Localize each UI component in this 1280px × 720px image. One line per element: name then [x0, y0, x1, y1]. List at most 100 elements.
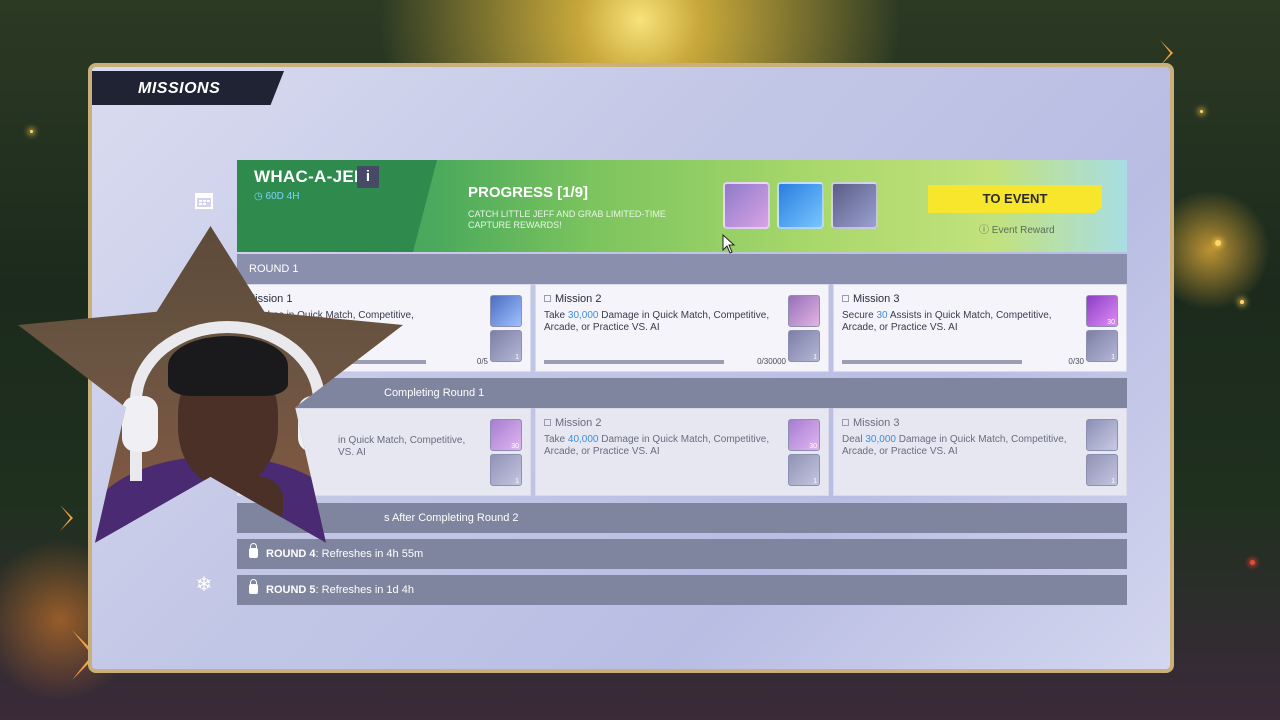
mission-title: Mission 2	[544, 293, 601, 305]
desc-highlight: 30,000	[567, 310, 599, 321]
firefly	[1250, 560, 1255, 565]
crystal-icon[interactable]: 30	[1086, 295, 1118, 327]
mission-title: Mission 3	[842, 417, 899, 429]
desc-line2: Arcade, or Practice VS. AI	[544, 446, 660, 457]
round-5-refresh: : Refreshes in 1d 4h	[315, 584, 414, 596]
scroll-icon[interactable]: 1	[1086, 454, 1118, 486]
event-banner: WHAC-A-JEFF i ◷ 60D 4H PROGRESS [1/9] CA…	[237, 160, 1127, 252]
firefly	[1200, 110, 1203, 113]
blue-chest-icon[interactable]	[777, 182, 824, 229]
firefly	[30, 130, 33, 133]
mission-progress-count: 0/5	[476, 357, 488, 366]
round-2-mission-2-card[interactable]: Mission 2 Take 40,000 Damage in Quick Ma…	[535, 408, 829, 496]
desc-post: Assists in Quick Match, Competitive,	[887, 310, 1052, 321]
desc-line2: Arcade, or Practice VS. AI	[842, 446, 958, 457]
calendar-icon[interactable]	[192, 190, 216, 214]
desc-pre: Take	[544, 310, 568, 321]
scroll-icon[interactable]: 1	[1086, 330, 1118, 362]
character-icon[interactable]	[788, 295, 820, 327]
headphones	[130, 321, 325, 481]
desc-post: in Quick Match, Competitive,	[338, 435, 466, 446]
character-spray-icon[interactable]	[723, 182, 770, 229]
desc-post: Damage in Quick Match, Competitive,	[598, 310, 770, 321]
mission-title-text: Mission 3	[853, 417, 900, 429]
butterfly-decoration	[60, 505, 73, 531]
mission-title-text: Mission 2	[555, 293, 602, 305]
desc-highlight: 40,000	[567, 434, 599, 445]
desc-post: Damage in Quick Match, Competitive,	[895, 434, 1067, 445]
shark-avatar-icon[interactable]	[831, 182, 878, 229]
mission-title: Mission 2	[544, 417, 601, 429]
mission-description: Take 30,000 Damage in Quick Match, Compe…	[544, 310, 780, 334]
event-description: CATCH LITTLE JEFF AND GRAB LIMITED-TIME …	[468, 209, 666, 230]
lock-icon	[249, 579, 258, 594]
reward-quantity: 1	[1111, 478, 1115, 485]
progress-label: PROGRESS [1/9]	[468, 184, 588, 201]
scroll-icon[interactable]: 1	[788, 454, 820, 486]
reward-quantity: 1	[515, 354, 519, 361]
mission-description: in Quick Match, Competitive, VS. AI	[338, 435, 488, 459]
mission-title-text: Mission 3	[853, 293, 900, 305]
to-event-button[interactable]: TO EVENT	[928, 185, 1102, 213]
spray-icon[interactable]	[1086, 419, 1118, 451]
snowflake-icon[interactable]: ❄	[192, 573, 216, 597]
mission-description: Deal 30,000 Damage in Quick Match, Compe…	[842, 434, 1078, 458]
round-4-header[interactable]: ROUND 4: Refreshes in 4h 55m	[237, 539, 1127, 569]
reward-quantity: 30	[511, 443, 519, 450]
crystal-icon[interactable]: 30	[788, 419, 820, 451]
scroll-icon[interactable]: 1	[788, 330, 820, 362]
round-1-mission-2-card[interactable]: Mission 2 Take 30,000 Damage in Quick Ma…	[535, 284, 829, 372]
desc-post: Damage in Quick Match, Competitive,	[598, 434, 770, 445]
mission-progress-count: 0/30	[1068, 357, 1084, 366]
event-timer: ◷ 60D 4H	[254, 191, 300, 202]
round-2-header: Completing Round 1	[237, 378, 1127, 408]
event-reward-link[interactable]: ⓘ Event Reward	[979, 221, 1055, 236]
round-2-label: Completing Round 1	[384, 387, 485, 399]
desc-line2: Arcade, or Practice VS. AI	[544, 322, 660, 333]
reward-quantity: 1	[813, 478, 817, 485]
round-5-header[interactable]: ROUND 5: Refreshes in 1d 4h	[237, 575, 1127, 605]
mission-title: Mission 3	[842, 293, 899, 305]
firefly	[1240, 300, 1244, 304]
desc-pre: Deal	[842, 434, 866, 445]
mouse-cursor-icon	[722, 234, 736, 254]
shark-icon[interactable]	[490, 295, 522, 327]
mission-progress-bar	[842, 360, 1022, 364]
desc-highlight: 30	[876, 310, 888, 321]
scroll-icon[interactable]: 1	[490, 454, 522, 486]
mission-title-text: Mission 2	[555, 417, 602, 429]
info-button[interactable]: i	[357, 166, 379, 188]
round-2-mission-3-card[interactable]: Mission 3 Deal 30,000 Damage in Quick Ma…	[833, 408, 1127, 496]
reward-quantity: 1	[515, 478, 519, 485]
reward-quantity: 30	[809, 443, 817, 450]
reward-quantity: 1	[813, 354, 817, 361]
desc-pre: Take	[544, 434, 568, 445]
mission-progress-count: 0/30000	[757, 357, 786, 366]
round-1-mission-3-card[interactable]: Mission 3 Secure 30 Assists in Quick Mat…	[833, 284, 1127, 372]
mission-progress-bar	[544, 360, 724, 364]
event-timer-text: 60D 4H	[265, 191, 300, 202]
event-reward-label: Event Reward	[991, 225, 1055, 236]
mission-description: Secure 30 Assists in Quick Match, Compet…	[842, 310, 1078, 334]
firefly	[1215, 240, 1221, 246]
desc-highlight: 30,000	[865, 434, 896, 445]
scroll-icon[interactable]: 1	[490, 330, 522, 362]
missions-title: MISSIONS	[92, 71, 284, 105]
mission-description: Take 40,000 Damage in Quick Match, Compe…	[544, 434, 780, 458]
round-1-header: ROUND 1	[237, 254, 1127, 284]
lock-icon	[249, 543, 258, 558]
reward-quantity: 1	[1111, 354, 1115, 361]
reward-quantity: 30	[1107, 319, 1115, 326]
headphone-left-cup	[122, 396, 158, 452]
desc-pre: Secure	[842, 310, 877, 321]
round-4-refresh: : Refreshes in 4h 55m	[315, 548, 424, 560]
desc-line2: VS. AI	[338, 447, 366, 458]
round-3-label: s After Completing Round 2	[384, 512, 519, 524]
crystal-icon[interactable]: 30	[490, 419, 522, 451]
round-1-label: ROUND 1	[249, 263, 299, 275]
progress-value: [1/9]	[557, 184, 589, 201]
desc-line2: Arcade, or Practice VS. AI	[842, 322, 958, 333]
round-4-name: ROUND 4	[266, 548, 316, 560]
progress-label-text: PROGRESS	[468, 184, 554, 201]
round-3-header: s After Completing Round 2	[237, 503, 1127, 533]
